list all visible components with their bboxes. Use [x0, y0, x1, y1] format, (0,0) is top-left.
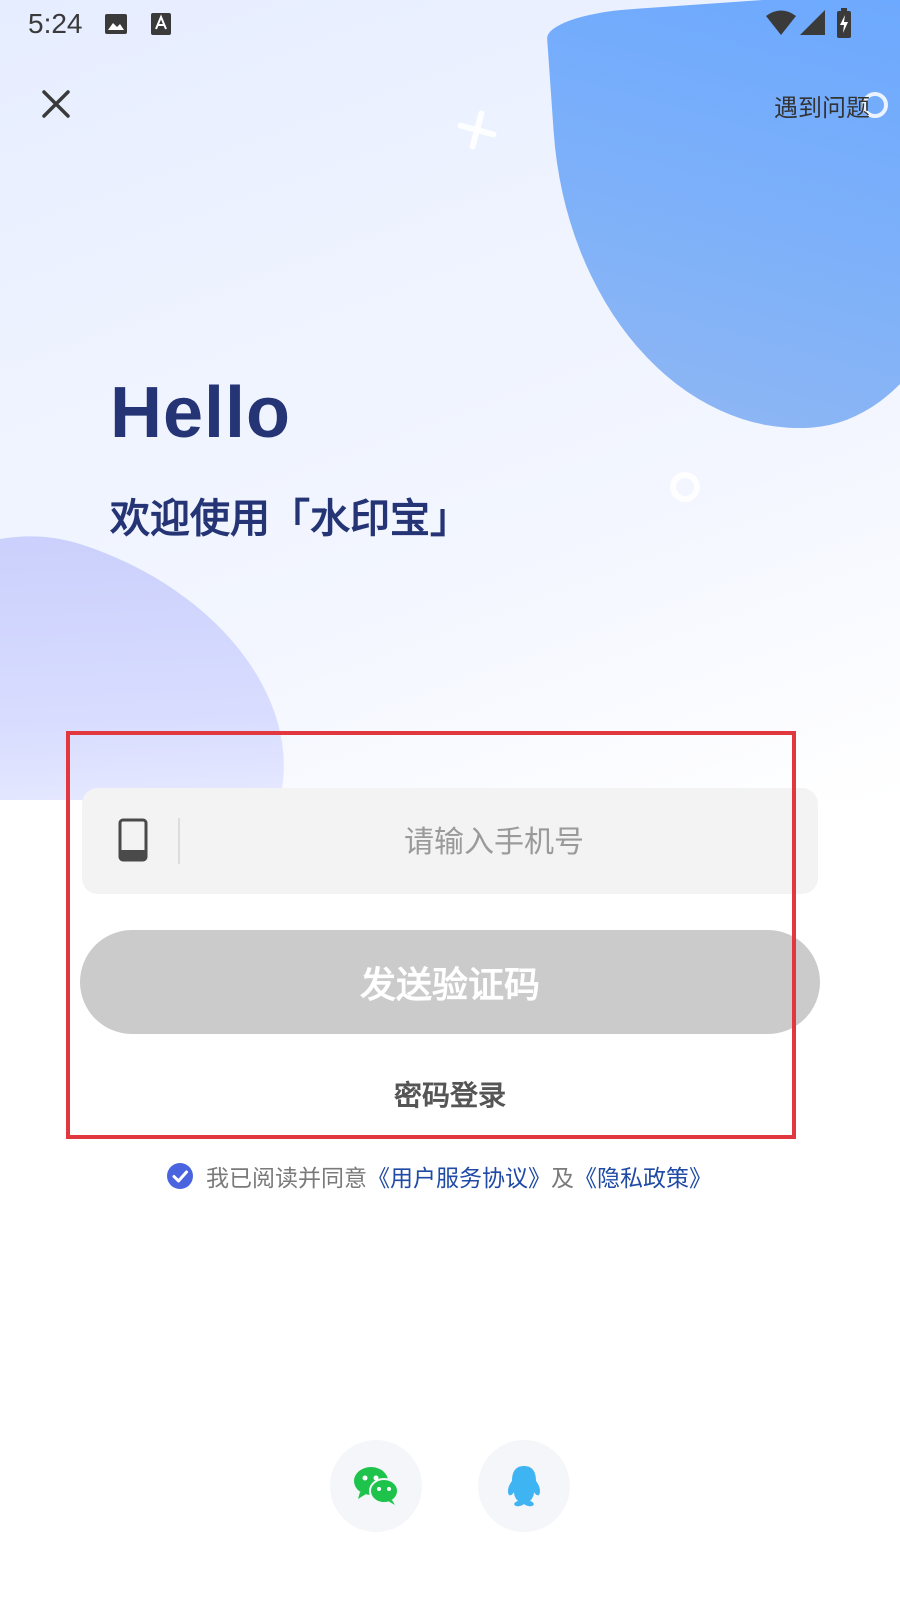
- wechat-icon: [354, 1467, 399, 1505]
- status-bar: 5:24: [0, 0, 900, 50]
- status-time: 5:24: [28, 8, 83, 39]
- close-button[interactable]: [36, 84, 76, 124]
- login-screen: 5:24 遇到问题 Hello 欢迎使用「水印宝」 请输入手机号 发送验证码 密…: [0, 0, 900, 1600]
- phone-icon: [118, 818, 148, 862]
- password-login-link[interactable]: 密码登录: [0, 1074, 900, 1114]
- send-code-button[interactable]: 发送验证码: [80, 930, 820, 1034]
- phone-field[interactable]: [82, 788, 818, 896]
- agreement-checkbox[interactable]: [166, 1162, 194, 1190]
- decorative-blob-right: [545, 0, 900, 445]
- terms-link[interactable]: 《用户服务协议》: [367, 1159, 551, 1193]
- welcome-subtitle: 欢迎使用「水印宝」: [110, 496, 470, 542]
- wechat-login-button[interactable]: [330, 1440, 422, 1532]
- help-link[interactable]: 遇到问题: [774, 88, 870, 123]
- phone-field-divider: [178, 818, 180, 864]
- decorative-ring: [670, 472, 700, 502]
- wifi-icon: [766, 10, 796, 35]
- close-icon: [42, 90, 70, 118]
- battery-charging-icon: [837, 8, 851, 38]
- text-notification-icon: [151, 13, 171, 35]
- agreement-row: 我已阅读并同意 《用户服务协议》 及 《隐私政策》: [166, 1160, 712, 1192]
- agreement-prefix: 我已阅读并同意: [206, 1166, 367, 1192]
- phone-input[interactable]: [182, 788, 806, 896]
- privacy-link[interactable]: 《隐私政策》: [574, 1159, 712, 1193]
- signal-icon: [800, 10, 825, 35]
- agreement-conjunction: 及: [551, 1166, 574, 1192]
- qq-login-button[interactable]: [478, 1440, 570, 1532]
- greeting-title: Hello: [110, 373, 292, 453]
- image-notification-icon: [105, 14, 127, 34]
- decorative-plus: [450, 103, 504, 157]
- qq-icon: [508, 1466, 540, 1507]
